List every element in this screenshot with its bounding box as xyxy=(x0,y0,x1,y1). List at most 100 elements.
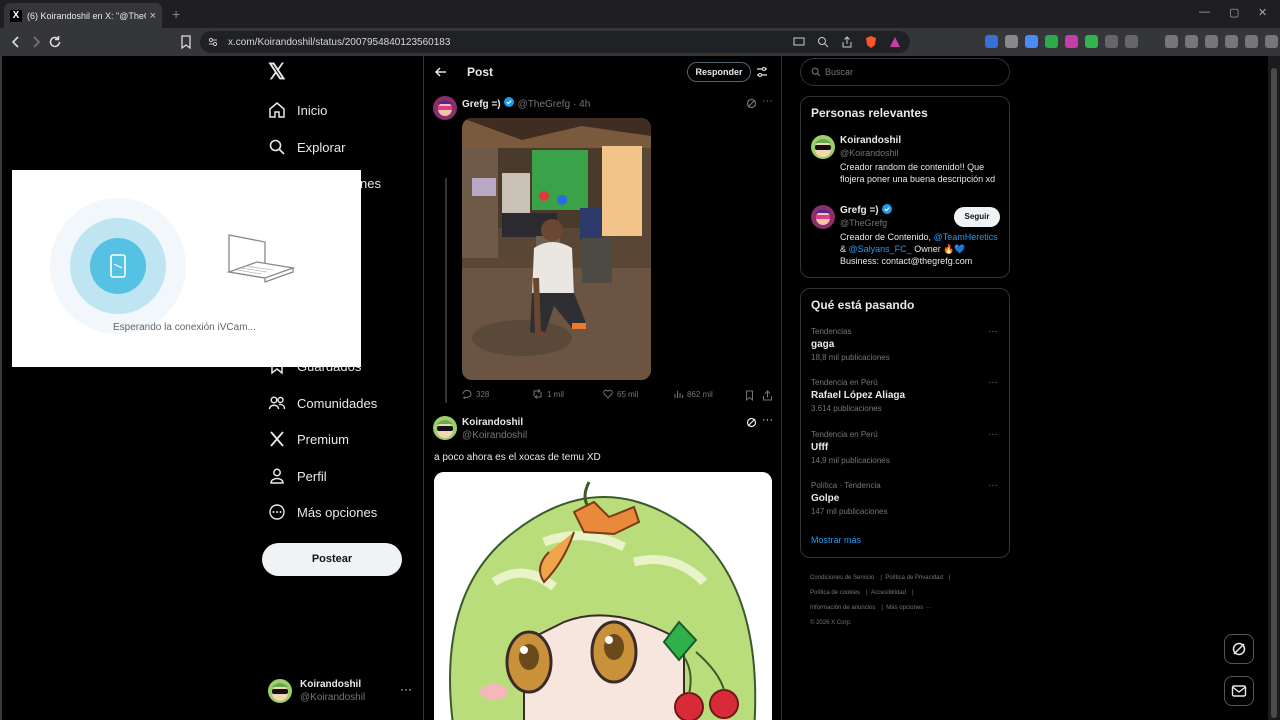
footer-link[interactable]: Condiciones de Servicio xyxy=(810,575,874,581)
bookmark-icon[interactable] xyxy=(744,390,755,401)
trend-more-icon[interactable]: ··· xyxy=(988,429,998,440)
extension-toggle-icon[interactable] xyxy=(1085,35,1098,48)
nav-item-comunidades[interactable]: Comunidades xyxy=(268,389,377,417)
back-icon[interactable] xyxy=(8,34,24,50)
sidebar-toggle-icon[interactable] xyxy=(1185,35,1198,48)
extensions-puzzle-icon[interactable] xyxy=(1105,35,1118,48)
footer-link[interactable]: Información de anuncios xyxy=(810,605,875,611)
tab-close-icon[interactable]: × xyxy=(150,10,156,22)
extension-badge-icon[interactable] xyxy=(1005,35,1018,48)
like-action[interactable]: 65 mil xyxy=(603,389,638,399)
extensions-area xyxy=(985,35,1278,48)
zoom-icon[interactable] xyxy=(816,35,830,49)
search-input[interactable]: Buscar xyxy=(800,58,1010,86)
footer-link[interactable]: Política de Privacidad xyxy=(885,575,943,581)
trend-more-icon[interactable]: ··· xyxy=(988,326,998,337)
extension-audio-icon[interactable] xyxy=(1025,35,1038,48)
close-window-button[interactable]: ✕ xyxy=(1258,6,1267,19)
tweet-more-icon[interactable]: ··· xyxy=(762,95,773,107)
avatar[interactable] xyxy=(811,135,835,159)
show-more-link[interactable]: Mostrar más xyxy=(811,535,861,545)
follow-button[interactable]: Seguir xyxy=(954,207,1000,227)
extension-window-icon[interactable] xyxy=(1125,35,1138,48)
messages-float-button[interactable] xyxy=(1224,676,1254,706)
page-scrollbar[interactable] xyxy=(1268,56,1280,720)
tweet-illustration[interactable] xyxy=(434,472,772,720)
nav-item-inicio[interactable]: Inicio xyxy=(268,96,327,124)
site-settings-icon[interactable] xyxy=(208,37,218,47)
extension-green-icon[interactable] xyxy=(1045,35,1058,48)
scrollbar-thumb[interactable] xyxy=(1271,68,1277,718)
trend-item[interactable]: Tendencia en Perú Rafael López Aliaga 3.… xyxy=(811,377,905,415)
reply-action[interactable]: 328 xyxy=(462,389,489,399)
grok-float-button[interactable] xyxy=(1224,634,1254,664)
grok-icon[interactable] xyxy=(746,98,757,109)
tweet-header: Koirandoshil @Koirandoshil xyxy=(462,416,527,442)
new-tab-button[interactable]: + xyxy=(172,6,180,22)
reload-icon[interactable] xyxy=(47,34,63,50)
sliders-icon[interactable] xyxy=(756,66,768,78)
avatar[interactable] xyxy=(433,416,457,440)
trend-more-icon[interactable]: ··· xyxy=(988,480,998,491)
tweet-time[interactable]: · 4h xyxy=(573,99,590,110)
bookmark-page-icon[interactable] xyxy=(178,34,194,50)
author-handle[interactable]: @TheGrefg xyxy=(518,99,570,110)
grok-icon[interactable] xyxy=(746,417,757,428)
reply-button[interactable]: Responder xyxy=(687,62,751,82)
views-action[interactable]: 862 mil xyxy=(673,389,713,399)
browser-tab[interactable]: X (6) Koirandoshil en X: "@TheGre × xyxy=(4,3,162,28)
leo-ai-icon[interactable] xyxy=(1225,35,1238,48)
tweet-photo[interactable] xyxy=(462,118,651,380)
nav-item-premium[interactable]: Premium xyxy=(268,425,349,453)
brave-rewards-icon[interactable] xyxy=(888,35,902,49)
minimize-button[interactable]: — xyxy=(1199,6,1210,18)
bio-link[interactable]: @Salyans_FC_ xyxy=(849,244,912,254)
vpn-icon[interactable] xyxy=(1245,35,1258,48)
main-column: Post Responder Grefg =) @TheGrefg · 4h ·… xyxy=(423,56,782,720)
avatar[interactable] xyxy=(433,96,457,120)
author-handle[interactable]: @Koirandoshil xyxy=(462,429,527,442)
footer-link[interactable]: Más opciones ··· xyxy=(886,605,931,611)
account-more-icon[interactable]: ··· xyxy=(400,682,412,696)
browser-tab-bar: X (6) Koirandoshil en X: "@TheGre × + — … xyxy=(0,0,1280,28)
person-name: Koirandoshil xyxy=(840,135,902,146)
extension-pink-icon[interactable] xyxy=(1065,35,1078,48)
search-placeholder: Buscar xyxy=(825,67,854,77)
nav-item-explorar[interactable]: Explorar xyxy=(268,133,345,161)
maximize-button[interactable]: ▢ xyxy=(1229,6,1239,19)
forward-icon[interactable] xyxy=(28,34,44,50)
brave-shield-icon[interactable] xyxy=(864,35,878,49)
address-bar[interactable]: x.com/Koirandoshil/status/20079548401235… xyxy=(200,31,910,53)
translate-extension-icon[interactable] xyxy=(985,35,998,48)
retweet-action[interactable]: 1 mil xyxy=(532,389,564,399)
avatar[interactable] xyxy=(811,205,835,229)
footer-link[interactable]: Política de cookies xyxy=(810,590,860,596)
trend-item[interactable]: Tendencias gaga 18,8 mil publicaciones xyxy=(811,326,890,364)
trend-item[interactable]: Tendencia en Perú Ufff 14,9 mil publicac… xyxy=(811,429,890,467)
account-switcher[interactable]: Koirandoshil @Koirandoshil ··· xyxy=(268,676,416,706)
nav-item-mas-opciones[interactable]: Más opciones xyxy=(268,498,377,526)
share-icon[interactable] xyxy=(840,35,854,49)
wallet-icon[interactable] xyxy=(1205,35,1218,48)
nav-item-perfil[interactable]: Perfil xyxy=(268,462,327,490)
footer-link[interactable]: Accesibilidad xyxy=(871,590,906,596)
menu-icon[interactable] xyxy=(1265,35,1278,48)
search-icon xyxy=(811,67,821,77)
retweet-count: 1 mil xyxy=(547,389,564,399)
downloads-icon[interactable] xyxy=(1165,35,1178,48)
share-icon[interactable] xyxy=(762,390,773,401)
cast-icon[interactable] xyxy=(792,35,806,49)
trend-title: gaga xyxy=(811,339,835,350)
bio-link[interactable]: @TeamHeretics xyxy=(934,232,998,242)
person-koirandoshil[interactable]: Koirandoshil @Koirandoshil Creador rando… xyxy=(840,135,995,185)
post-button[interactable]: Postear xyxy=(262,543,402,576)
author-name[interactable]: Grefg =) xyxy=(462,99,501,110)
author-name[interactable]: Koirandoshil xyxy=(462,416,523,429)
ivcam-window[interactable]: Esperando la conexión iVCam... xyxy=(12,170,361,367)
back-arrow-icon[interactable] xyxy=(434,65,448,79)
x-logo-icon[interactable]: 𝕏 xyxy=(268,61,288,83)
tweet-more-icon[interactable]: ··· xyxy=(762,414,773,426)
trend-more-icon[interactable]: ··· xyxy=(988,377,998,388)
trend-item[interactable]: Política · Tendencia Golpe 147 mil publi… xyxy=(811,480,888,518)
tweet-text: a poco ahora es el xocas de temu XD xyxy=(434,452,601,463)
